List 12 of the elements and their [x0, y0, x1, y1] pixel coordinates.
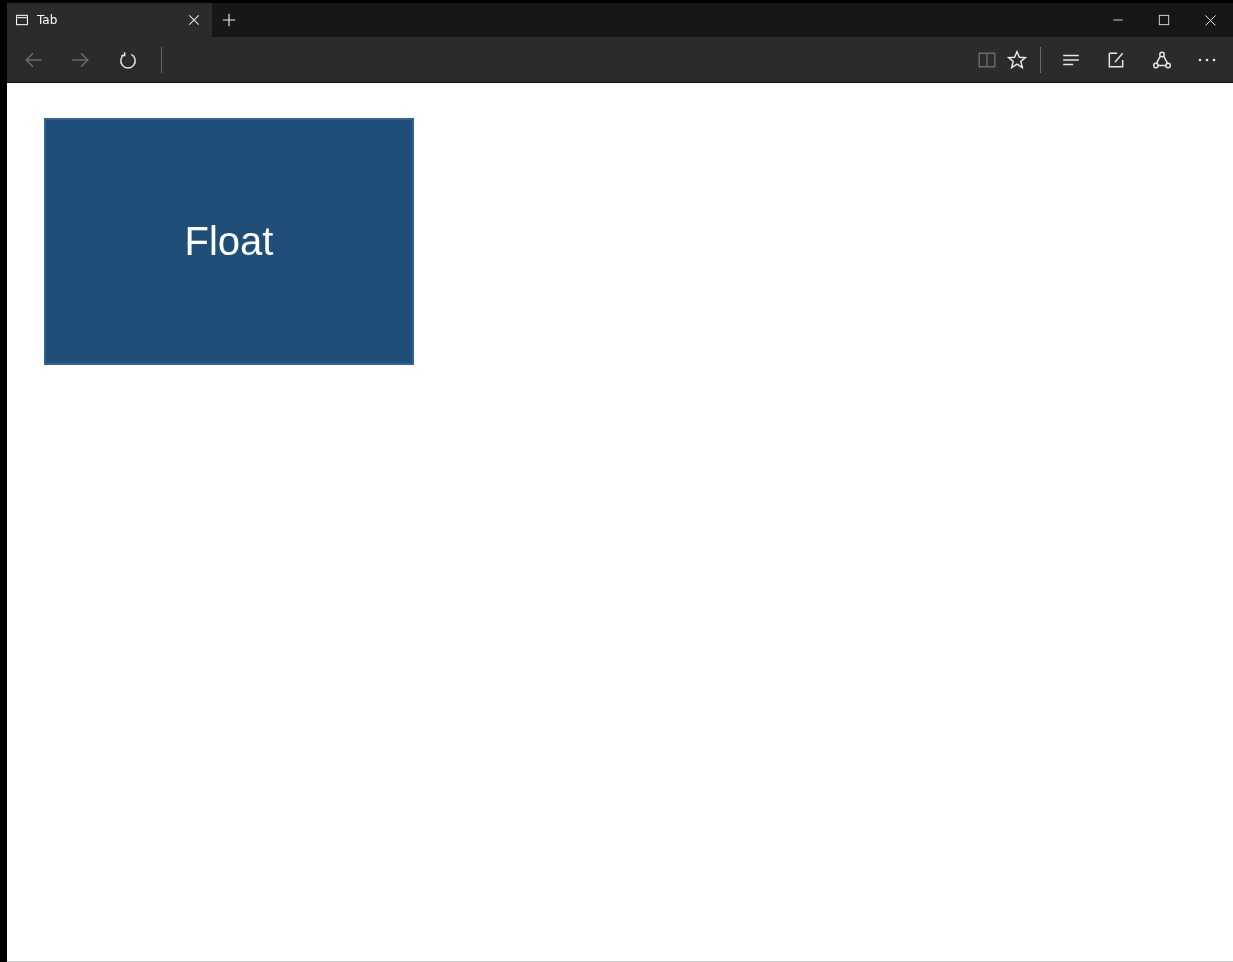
- close-icon: [1203, 13, 1217, 27]
- refresh-icon: [118, 49, 138, 70]
- maximize-icon: [1158, 14, 1170, 26]
- tab-title: Tab: [37, 13, 59, 27]
- tab-icon: [15, 13, 29, 27]
- close-icon: [187, 13, 201, 27]
- box-label: Float: [184, 219, 274, 264]
- star-icon: [1007, 49, 1027, 70]
- browser-tab[interactable]: Tab: [7, 3, 212, 37]
- more-icon: [1197, 56, 1217, 63]
- share-icon: [1152, 49, 1172, 70]
- plus-icon: [221, 12, 237, 28]
